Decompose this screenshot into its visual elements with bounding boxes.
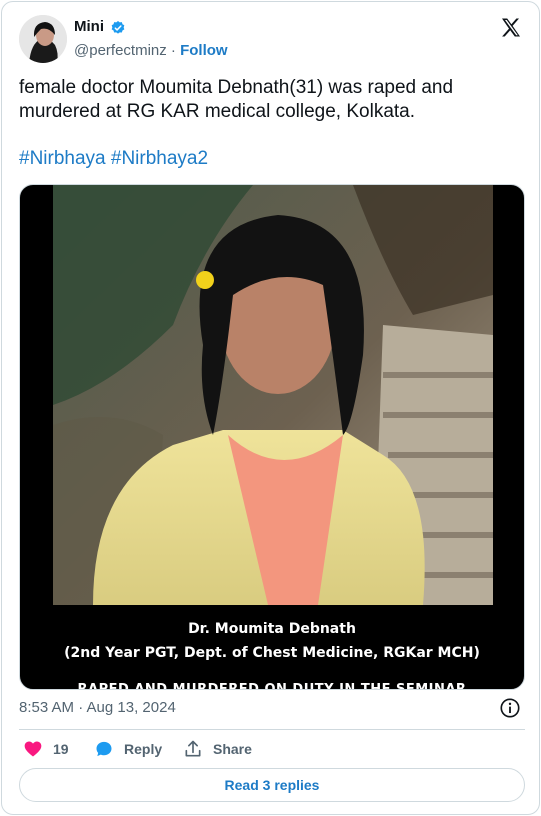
divider <box>19 729 525 730</box>
heart-icon <box>24 741 42 757</box>
x-logo-icon[interactable] <box>499 16 523 40</box>
author-name[interactable]: Mini <box>74 18 104 35</box>
reply-button[interactable]: Reply <box>94 739 162 759</box>
portrait-photo <box>53 185 493 605</box>
verified-badge-icon <box>111 21 125 34</box>
tweet-text: female doctor Moumita Debnath(31) was ra… <box>19 77 454 122</box>
avatar[interactable] <box>19 15 67 63</box>
hashtag-nirbhaya[interactable]: #Nirbhaya <box>19 148 106 169</box>
author-handle[interactable]: @perfectminz <box>74 42 167 59</box>
like-count: 19 <box>53 741 69 757</box>
tweet-timestamp[interactable]: 8:53 AM · Aug 13, 2024 <box>19 699 176 716</box>
read-replies-button[interactable]: Read 3 replies <box>19 768 525 802</box>
share-icon <box>185 740 201 757</box>
tweet-media-image[interactable]: Dr. Moumita Debnath (2nd Year PGT, Dept.… <box>19 184 525 690</box>
info-icon[interactable] <box>499 697 521 719</box>
author-handle-row: @perfectminz · Follow <box>74 42 228 59</box>
share-button[interactable]: Share <box>183 739 252 759</box>
separator-dot: · <box>166 42 181 59</box>
tweet-embed-card: Mini @perfectminz · Follow female doctor… <box>1 1 540 815</box>
media-caption-cutoff: RAPED AND MURDERED ON DUTY IN THE SEMINA… <box>77 682 467 690</box>
media-caption-name: Dr. Moumita Debnath <box>188 621 356 637</box>
follow-button[interactable]: Follow <box>180 42 228 59</box>
like-button[interactable]: 19 <box>23 739 69 759</box>
reply-label: Reply <box>124 741 163 757</box>
hashtags: #Nirbhaya #Nirbhaya2 <box>19 148 208 170</box>
reply-icon <box>96 741 112 757</box>
hashtag-nirbhaya2[interactable]: #Nirbhaya2 <box>111 148 208 169</box>
share-label: Share <box>213 741 252 757</box>
media-caption-subtitle: (2nd Year PGT, Dept. of Chest Medicine, … <box>64 645 480 661</box>
